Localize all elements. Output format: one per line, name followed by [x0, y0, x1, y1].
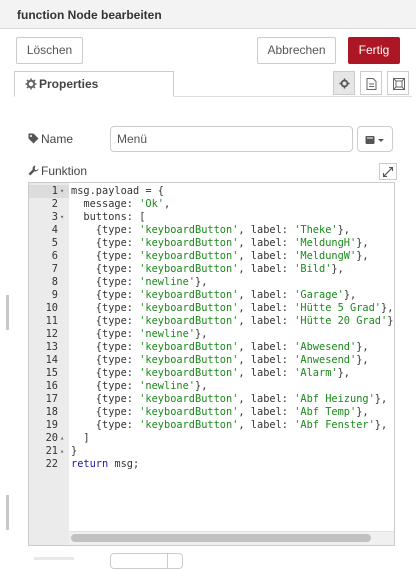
- code-line[interactable]: 17 {type: 'keyboardButton', label: 'Abf …: [29, 393, 394, 406]
- line-number: 18: [45, 406, 58, 418]
- gear-icon: [339, 78, 350, 89]
- line-number: 10: [45, 302, 58, 314]
- code-line[interactable]: 11 {type: 'keyboardButton', label: 'Hütt…: [29, 315, 394, 328]
- code-line[interactable]: 1 ▾ msg.payload = {: [29, 185, 394, 198]
- line-number: 14: [45, 354, 58, 366]
- code-text: {type: 'keyboardButton', label: 'Meldung…: [71, 250, 369, 262]
- code-text: {type: 'newline'},: [71, 276, 208, 288]
- node-icon-select-button[interactable]: [357, 126, 393, 152]
- code-text: message: 'Ok',: [71, 198, 171, 210]
- code-line[interactable]: 13 {type: 'keyboardButton', label: 'Abwe…: [29, 341, 394, 354]
- line-number: 9: [51, 289, 58, 301]
- code-line[interactable]: 20 ▴ ]: [29, 432, 394, 445]
- code-text: {type: 'keyboardButton', label: 'Abf Hei…: [71, 393, 388, 405]
- partial-label: [34, 557, 74, 560]
- line-number: 11: [45, 315, 58, 327]
- code-line[interactable]: 14 {type: 'keyboardButton', label: 'Anwe…: [29, 354, 394, 367]
- code-text: {type: 'newline'},: [71, 328, 208, 340]
- expand-editor-button[interactable]: [379, 163, 397, 180]
- code-line[interactable]: 10 {type: 'keyboardButton', label: 'Hütt…: [29, 302, 394, 315]
- code-line[interactable]: 4 {type: 'keyboardButton', label: 'Theke…: [29, 224, 394, 237]
- function-label-text: Funktion: [41, 164, 88, 178]
- settings-tab-button[interactable]: [333, 71, 355, 95]
- code-text: {type: 'keyboardButton', label: 'Hütte 5…: [71, 302, 394, 314]
- description-tab-button[interactable]: [360, 71, 382, 95]
- dialog-title: function Node bearbeiten: [17, 8, 162, 22]
- line-number: 5: [51, 237, 58, 249]
- appearance-icon: [393, 78, 405, 90]
- code-text: msg.payload = {: [71, 185, 164, 197]
- code-line[interactable]: 15 {type: 'keyboardButton', label: 'Alar…: [29, 367, 394, 380]
- resize-handle[interactable]: [6, 295, 9, 330]
- tag-icon: [28, 133, 39, 144]
- resize-handle[interactable]: [6, 495, 9, 530]
- fold-toggle-icon[interactable]: ▾: [60, 185, 64, 198]
- description-icon: [366, 78, 377, 90]
- tab-bar: Properties: [14, 71, 412, 97]
- code-line[interactable]: 5 {type: 'keyboardButton', label: 'Meldu…: [29, 237, 394, 250]
- tab-properties[interactable]: Properties: [14, 71, 174, 97]
- book-icon: [365, 136, 384, 144]
- line-number: 13: [45, 341, 58, 353]
- line-number: 8: [51, 276, 58, 288]
- code-line[interactable]: 21 ▴}: [29, 445, 394, 458]
- code-text: {type: 'keyboardButton', label: 'Hütte 2…: [71, 315, 394, 327]
- scrollbar-thumb[interactable]: [71, 534, 371, 542]
- code-text: {type: 'keyboardButton', label: 'Alarm'}…: [71, 367, 351, 379]
- gear-icon: [25, 78, 37, 90]
- delete-button[interactable]: Löschen: [16, 37, 83, 64]
- code-line[interactable]: 9 {type: 'keyboardButton', label: 'Garag…: [29, 289, 394, 302]
- code-line[interactable]: 18 {type: 'keyboardButton', label: 'Abf …: [29, 406, 394, 419]
- code-editor[interactable]: 1 ▾ msg.payload = {2 message: 'Ok', 3 ▾ butt…: [28, 182, 395, 546]
- fold-toggle-icon[interactable]: ▾: [60, 211, 64, 224]
- name-input[interactable]: [110, 126, 353, 152]
- line-number: 4: [51, 224, 58, 236]
- code-text: {type: 'keyboardButton', label: 'Garage'…: [71, 289, 357, 301]
- code-line[interactable]: 19 {type: 'keyboardButton', label: 'Abf …: [29, 419, 394, 432]
- code-line[interactable]: 22 return msg;: [29, 458, 394, 471]
- appearance-tab-button[interactable]: [387, 71, 409, 95]
- line-number: 6: [51, 250, 58, 262]
- fold-toggle-icon[interactable]: ▴: [60, 445, 64, 458]
- dialog-header: function Node bearbeiten: [0, 0, 416, 29]
- horizontal-scrollbar[interactable]: [69, 531, 394, 545]
- expand-icon: [383, 167, 393, 177]
- code-text: {type: 'keyboardButton', label: 'Meldung…: [71, 237, 369, 249]
- code-text: {type: 'keyboardButton', label: 'Abwesen…: [71, 341, 369, 353]
- code-text: buttons: [: [71, 211, 146, 223]
- code-text: return msg;: [71, 458, 140, 470]
- fold-toggle-icon[interactable]: ▴: [60, 432, 64, 445]
- code-line[interactable]: 6 {type: 'keyboardButton', label: 'Meldu…: [29, 250, 394, 263]
- line-number: 12: [45, 328, 58, 340]
- line-number: 16: [45, 380, 58, 392]
- cancel-button[interactable]: Abbrechen: [257, 37, 336, 64]
- code-line[interactable]: 16 {type: 'newline'},: [29, 380, 394, 393]
- code-text: {type: 'keyboardButton', label: 'Abf Tem…: [71, 406, 369, 418]
- line-number: 22: [45, 458, 58, 470]
- code-text: {type: 'keyboardButton', label: 'Anwesen…: [71, 354, 369, 366]
- name-label-text: Name: [41, 132, 74, 146]
- tab-properties-label: Properties: [39, 77, 99, 91]
- line-number: 15: [45, 367, 58, 379]
- code-line[interactable]: 8 {type: 'newline'},: [29, 276, 394, 289]
- code-line[interactable]: 7 {type: 'keyboardButton', label: 'Bild'…: [29, 263, 394, 276]
- code-text: {type: 'keyboardButton', label: 'Abf Fen…: [71, 419, 388, 431]
- partial-input[interactable]: [110, 553, 183, 569]
- line-number: 17: [45, 393, 58, 405]
- line-number: 7: [51, 263, 58, 275]
- code-line[interactable]: 2 message: 'Ok',: [29, 198, 394, 211]
- wrench-icon: [28, 165, 39, 176]
- done-button[interactable]: Fertig: [348, 37, 400, 64]
- line-number: 19: [45, 419, 58, 431]
- code-text: {type: 'keyboardButton', label: 'Theke'}…: [71, 224, 351, 236]
- line-number: 2: [51, 198, 58, 210]
- code-text: ]: [71, 432, 90, 444]
- code-line[interactable]: 12 {type: 'newline'},: [29, 328, 394, 341]
- code-line[interactable]: 3 ▾ buttons: [: [29, 211, 394, 224]
- code-text: {type: 'keyboardButton', label: 'Bild'},: [71, 263, 344, 275]
- code-text: }: [71, 445, 78, 457]
- code-text: {type: 'newline'},: [71, 380, 208, 392]
